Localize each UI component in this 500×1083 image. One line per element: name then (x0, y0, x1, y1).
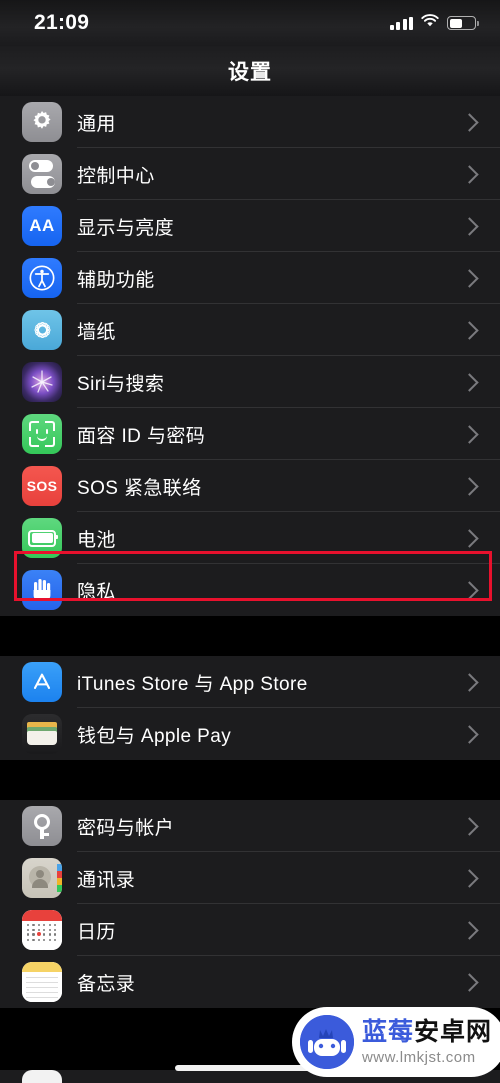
calendar-icon (22, 910, 62, 950)
watermark-url: www.lmkjst.com (361, 1048, 476, 1066)
sidebar-item-label: 日历 (77, 921, 116, 943)
sidebar-item-label: 面容 ID 与密码 (77, 425, 206, 447)
status-bar: 21:09 (0, 0, 500, 46)
sidebar-item-label: 显示与亮度 (77, 217, 175, 239)
chevron-right-icon (460, 113, 479, 132)
sidebar-item-label: 通用 (77, 113, 116, 135)
chevron-right-icon (460, 725, 479, 744)
sidebar-item-label: 通讯录 (77, 869, 136, 891)
sidebar-item-privacy[interactable]: 隐私 (0, 564, 500, 616)
sidebar-item-label: 辅助功能 (77, 269, 155, 291)
status-bar-indicators (389, 14, 479, 32)
sidebar-item-label: 控制中心 (77, 165, 155, 187)
sidebar-item-battery[interactable]: 电池 (0, 512, 500, 564)
chevron-right-icon (460, 477, 479, 496)
gear-icon (22, 102, 62, 142)
chevron-right-icon (460, 581, 479, 600)
sidebar-item-label: 电池 (77, 529, 116, 551)
face-id-icon (22, 414, 62, 454)
sidebar-item-label: 备忘录 (77, 973, 136, 995)
sidebar-item-itunes-app-store[interactable]: iTunes Store 与 App Store (0, 656, 500, 708)
sidebar-item-passwords-accounts[interactable]: 密码与帐户 (0, 800, 500, 852)
sidebar-item-notes[interactable]: 备忘录 (0, 956, 500, 1008)
sidebar-item-label: iTunes Store 与 App Store (77, 673, 308, 695)
chevron-right-icon (460, 673, 479, 692)
siri-icon (22, 362, 62, 402)
contacts-icon (22, 858, 62, 898)
app-store-icon (22, 662, 62, 702)
sidebar-item-label: 密码与帐户 (77, 817, 175, 839)
chevron-right-icon (460, 373, 479, 392)
page-title: 设置 (228, 61, 272, 84)
section-gap (0, 616, 500, 656)
wallpaper-icon (22, 310, 62, 350)
wallet-icon (22, 714, 62, 754)
sidebar-item-control-center[interactable]: 控制中心 (0, 148, 500, 200)
chevron-right-icon (460, 921, 479, 940)
chevron-right-icon (460, 269, 479, 288)
sos-icon: SOS (22, 466, 62, 506)
battery-icon (447, 16, 479, 30)
privacy-hand-icon (22, 570, 62, 610)
battery-settings-icon (22, 518, 62, 558)
watermark-title-part2: 安卓网 (413, 1017, 492, 1046)
cellular-signal-icon (389, 16, 413, 30)
sidebar-item-label: Siri与搜索 (77, 373, 165, 395)
watermark-title: 蓝莓安卓网 (361, 1017, 492, 1046)
sidebar-item-wallpaper[interactable]: 墙纸 (0, 304, 500, 356)
sidebar-item-siri-search[interactable]: Siri与搜索 (0, 356, 500, 408)
android-robot-icon (299, 1015, 354, 1069)
status-bar-clock: 21:09 (34, 11, 90, 34)
watermark-title-part1: 蓝莓 (361, 1017, 414, 1046)
notes-icon (22, 962, 62, 1002)
settings-section-system: 通用 控制中心 AA 显示与亮度 辅助功能 墙纸 Siri与搜索 面容 ID 与… (0, 96, 500, 616)
sidebar-item-emergency-sos[interactable]: SOS SOS 紧急联络 (0, 460, 500, 512)
sidebar-item-face-id-passcode[interactable]: 面容 ID 与密码 (0, 408, 500, 460)
chevron-right-icon (460, 165, 479, 184)
settings-section-stores: iTunes Store 与 App Store 钱包与 Apple Pay (0, 656, 500, 760)
site-watermark: 蓝莓安卓网 www.lmkjst.com (291, 1007, 500, 1077)
chevron-right-icon (460, 217, 479, 236)
sidebar-item-accessibility[interactable]: 辅助功能 (0, 252, 500, 304)
iphone-settings-screen: 21:09 设置 通用 控制中心 AA 显示与亮度 辅助功能 墙纸 Siri与搜… (0, 0, 500, 1083)
watermark-text: 蓝莓安卓网 www.lmkjst.com (361, 1017, 492, 1066)
navigation-bar: 设置 (0, 46, 500, 96)
wifi-icon (421, 14, 439, 32)
sidebar-item-label: 墙纸 (77, 321, 116, 343)
control-center-icon (22, 154, 62, 194)
sidebar-item-general[interactable]: 通用 (0, 96, 500, 148)
sidebar-item-label: 钱包与 Apple Pay (77, 725, 232, 747)
accessibility-icon (22, 258, 62, 298)
chevron-right-icon (460, 817, 479, 836)
key-icon (22, 806, 62, 846)
sidebar-item-label: SOS 紧急联络 (77, 477, 202, 499)
sidebar-item-calendar[interactable]: 日历 (0, 904, 500, 956)
display-brightness-icon: AA (22, 206, 62, 246)
settings-section-accounts: 密码与帐户 通讯录 日历 备忘录 (0, 800, 500, 1008)
chevron-right-icon (460, 869, 479, 888)
sidebar-item-display-brightness[interactable]: AA 显示与亮度 (0, 200, 500, 252)
sidebar-item-wallet-apple-pay[interactable]: 钱包与 Apple Pay (0, 708, 500, 760)
sidebar-item-contacts[interactable]: 通讯录 (0, 852, 500, 904)
reminders-icon (22, 1070, 62, 1083)
sidebar-item-label: 隐私 (77, 581, 116, 603)
section-gap (0, 760, 500, 800)
chevron-right-icon (460, 973, 479, 992)
chevron-right-icon (460, 425, 479, 444)
chevron-right-icon (460, 321, 479, 340)
chevron-right-icon (460, 529, 479, 548)
